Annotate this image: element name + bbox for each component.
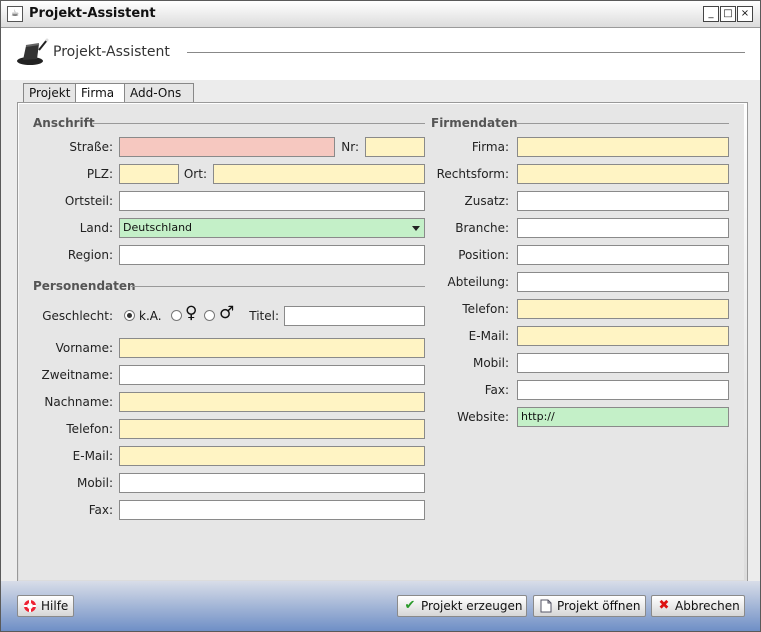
section-divider [131, 286, 425, 287]
firm-email-label: E-Mail: [468, 329, 509, 343]
rechtsform-label: Rechtsform: [436, 167, 509, 181]
checkmark-icon: ✔ [404, 598, 416, 613]
section-divider [517, 123, 729, 124]
person-telefon-label: Telefon: [66, 422, 113, 436]
land-select[interactable]: Deutschland [119, 218, 425, 238]
person-fax-field[interactable] [119, 500, 425, 520]
position-field[interactable] [517, 245, 729, 265]
header-divider [187, 52, 745, 53]
position-label: Position: [458, 248, 509, 262]
branche-label: Branche: [455, 221, 509, 235]
nachname-field[interactable] [119, 392, 425, 412]
person-fax-label: Fax: [88, 503, 113, 517]
maximize-button[interactable]: □ [720, 6, 736, 22]
person-email-label: E-Mail: [72, 449, 113, 463]
female-symbol-icon: ♀ [185, 303, 198, 323]
region-field[interactable] [119, 245, 425, 265]
abteilung-field[interactable] [517, 272, 729, 292]
zusatz-field[interactable] [517, 191, 729, 211]
button-bar [1, 581, 760, 631]
tab-content: Anschrift Straße: Nr: PLZ: Ort: Ortsteil… [19, 104, 744, 580]
male-symbol-icon: ♂ [219, 303, 235, 323]
ortsteil-field[interactable] [119, 191, 425, 211]
firm-telefon-label: Telefon: [462, 302, 509, 316]
website-label: Website: [457, 410, 509, 424]
abteilung-label: Abteilung: [447, 275, 509, 289]
firma-label: Firma: [471, 140, 509, 154]
plz-label: PLZ: [86, 167, 113, 181]
person-telefon-field[interactable] [119, 419, 425, 439]
ort-field[interactable] [213, 164, 425, 184]
region-label: Region: [67, 248, 113, 262]
close-button[interactable]: × [737, 6, 753, 22]
help-button-label: Hilfe [41, 599, 69, 613]
section-anschrift: Anschrift [33, 116, 95, 130]
dialog-window: ☕ Projekt-Assistent _ □ × Projekt-Assist… [0, 0, 761, 632]
create-project-label: Projekt erzeugen [421, 599, 523, 613]
rechtsform-field[interactable] [517, 164, 729, 184]
strasse-label: Straße: [69, 140, 113, 154]
vorname-label: Vorname: [55, 341, 113, 355]
geschlecht-label: Geschlecht: [42, 309, 113, 323]
section-personendaten: Personendaten [33, 279, 136, 293]
section-firmendaten: Firmendaten [431, 116, 518, 130]
firm-mobil-label: Mobil: [472, 356, 509, 370]
firm-fax-label: Fax: [484, 383, 509, 397]
tab-add-ons[interactable]: Add-Ons [124, 83, 194, 103]
firm-telefon-field[interactable] [517, 299, 729, 319]
radio-male[interactable] [204, 310, 215, 321]
ort-label: Ort: [183, 167, 207, 181]
land-label: Land: [79, 221, 113, 235]
nr-label: Nr: [341, 140, 359, 154]
person-email-field[interactable] [119, 446, 425, 466]
tab-firma[interactable]: Firma [75, 83, 130, 104]
vorname-field[interactable] [119, 338, 425, 358]
section-divider [93, 123, 425, 124]
header-title: Projekt-Assistent [53, 44, 170, 60]
open-project-button[interactable]: Projekt öffnen [533, 595, 646, 617]
document-icon [539, 599, 553, 613]
nachname-label: Nachname: [44, 395, 113, 409]
zweitname-label: Zweitname: [41, 368, 113, 382]
radio-ka[interactable] [124, 310, 135, 321]
title-bar: ☕ Projekt-Assistent _ □ × [1, 1, 760, 28]
cancel-button-label: Abbrechen [675, 599, 740, 613]
person-mobil-label: Mobil: [76, 476, 113, 490]
create-project-button[interactable]: ✔ Projekt erzeugen [397, 595, 527, 617]
java-icon: ☕ [7, 6, 23, 22]
chevron-down-icon [412, 226, 420, 231]
website-field[interactable]: http:// [517, 407, 729, 427]
open-project-label: Projekt öffnen [557, 599, 641, 613]
firm-email-field[interactable] [517, 326, 729, 346]
branche-field[interactable] [517, 218, 729, 238]
wizard-header: Projekt-Assistent [1, 28, 760, 80]
ortsteil-label: Ortsteil: [64, 194, 113, 208]
radio-female[interactable] [171, 310, 182, 321]
titel-field[interactable] [284, 306, 425, 326]
radio-ka-label: k.A. [139, 309, 162, 323]
plz-field[interactable] [119, 164, 179, 184]
person-mobil-field[interactable] [119, 473, 425, 493]
window-title: Projekt-Assistent [29, 6, 156, 21]
firm-mobil-field[interactable] [517, 353, 729, 373]
zweitname-field[interactable] [119, 365, 425, 385]
land-selected-value: Deutschland [123, 221, 193, 234]
nr-field[interactable] [365, 137, 425, 157]
tab-projekt[interactable]: Projekt [23, 83, 80, 103]
minimize-button[interactable]: _ [703, 6, 719, 22]
strasse-field[interactable] [119, 137, 335, 157]
zusatz-label: Zusatz: [464, 194, 509, 208]
titel-label: Titel: [249, 309, 279, 323]
lifebuoy-icon [23, 599, 37, 613]
firm-fax-field[interactable] [517, 380, 729, 400]
cancel-button[interactable]: ✖ Abbrechen [651, 595, 745, 617]
cancel-icon: ✖ [658, 598, 670, 613]
help-button[interactable]: Hilfe [17, 595, 74, 617]
firma-field[interactable] [517, 137, 729, 157]
magic-hat-icon [17, 38, 49, 65]
